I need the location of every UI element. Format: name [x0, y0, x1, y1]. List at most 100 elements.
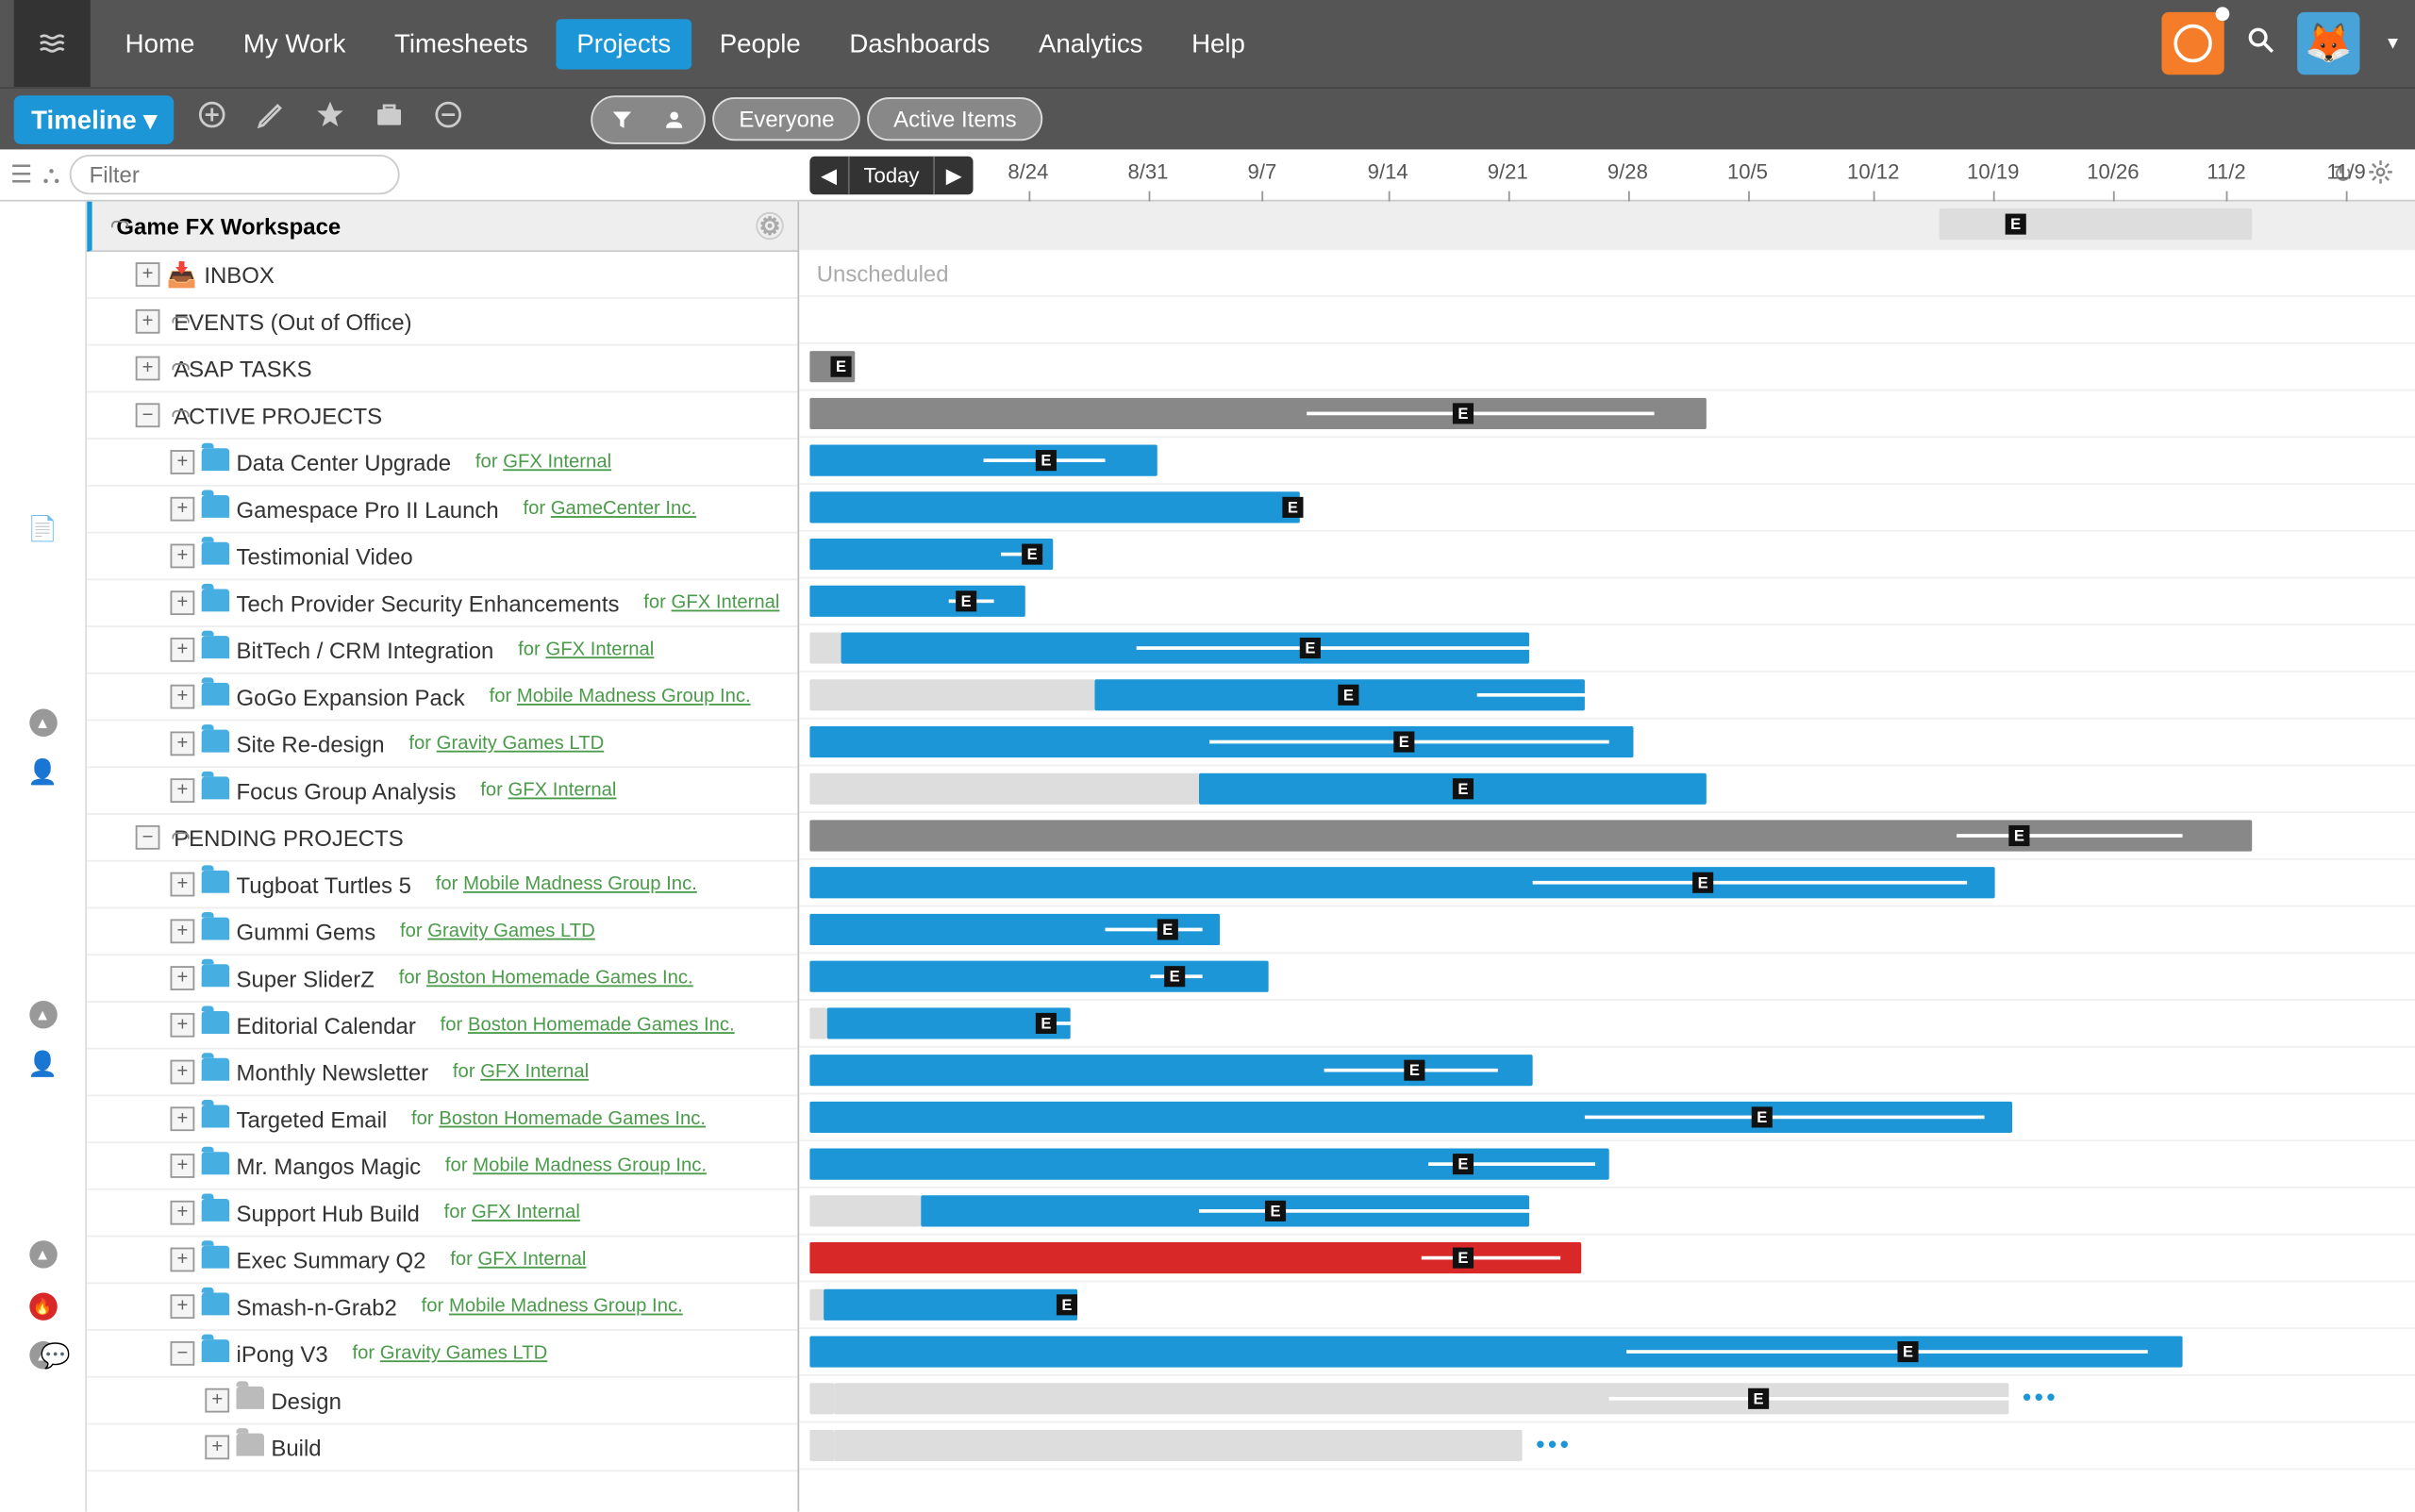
tree-row[interactable]: +Support Hub Buildfor GFX Internal — [87, 1190, 797, 1238]
expand-toggle[interactable]: + — [171, 685, 195, 709]
tree-filter-input[interactable] — [70, 155, 400, 194]
prev-button[interactable]: ◀ — [809, 163, 848, 188]
gantt-bar[interactable]: E — [809, 445, 1157, 476]
client-link[interactable]: GameCenter Inc. — [551, 499, 696, 520]
gantt-bar[interactable]: E — [809, 1102, 2012, 1133]
tree-row[interactable]: +Gamespace Pro II Launchfor GameCenter I… — [87, 487, 797, 534]
edit-button[interactable] — [251, 99, 292, 139]
expand-toggle[interactable]: − — [136, 403, 160, 427]
expand-toggle[interactable]: + — [136, 309, 160, 334]
client-link[interactable]: Boston Homemade Games Inc. — [426, 968, 693, 989]
gantt-bar[interactable]: E — [809, 1149, 1608, 1180]
tree-row[interactable]: −iPong V3for Gravity Games LTD — [87, 1331, 797, 1378]
gantt-bar[interactable]: E — [809, 914, 1220, 945]
expand-toggle[interactable]: + — [171, 919, 195, 943]
expand-toggle[interactable]: + — [171, 497, 195, 522]
expand-toggle[interactable]: + — [136, 262, 160, 287]
user-menu-caret[interactable]: ▼ — [2384, 34, 2401, 53]
expand-toggle[interactable]: + — [171, 450, 195, 474]
gutter-status-icon[interactable]: ▲ — [28, 709, 56, 737]
gantt-bar-pre[interactable] — [809, 679, 1094, 710]
gutter-status-icon[interactable]: 👤 — [27, 1050, 58, 1079]
tree-row[interactable]: +Mr. Mangos Magicfor Mobile Madness Grou… — [87, 1143, 797, 1190]
gantt-bar[interactable]: E — [809, 1055, 1532, 1086]
tree-row[interactable]: +Smash-n-Grab2for Mobile Madness Group I… — [87, 1284, 797, 1331]
app-logo[interactable] — [14, 0, 91, 87]
expand-toggle[interactable]: + — [205, 1388, 229, 1413]
gutter-status-icon[interactable]: ▲ — [28, 1240, 56, 1268]
tree-row[interactable]: +Monthly Newsletterfor GFX Internal — [87, 1050, 797, 1097]
expand-toggle[interactable]: − — [171, 1341, 195, 1366]
client-link[interactable]: GFX Internal — [545, 640, 654, 660]
client-link[interactable]: GFX Internal — [478, 1249, 587, 1270]
expand-toggle[interactable]: + — [171, 638, 195, 662]
client-link[interactable]: Mobile Madness Group Inc. — [517, 687, 751, 707]
view-selector[interactable]: Timeline ▾ — [14, 94, 175, 143]
tree-row[interactable]: +Tech Provider Security Enhancementsfor … — [87, 580, 797, 627]
nav-timesheets[interactable]: Timesheets — [374, 18, 549, 68]
tree-row[interactable]: +Site Re-designfor Gravity Games LTD — [87, 721, 797, 768]
client-link[interactable]: GFX Internal — [508, 780, 617, 801]
gutter-status-icon[interactable]: ▲ — [28, 1001, 56, 1028]
people-filter-button[interactable] — [649, 100, 701, 139]
gantt-bar-pre[interactable] — [809, 1289, 824, 1321]
list-view-icon[interactable]: ☰ — [10, 159, 32, 189]
gantt-bar[interactable]: E — [809, 351, 855, 382]
client-link[interactable]: Boston Homemade Games Inc. — [468, 1015, 735, 1036]
nav-projects[interactable]: Projects — [556, 18, 691, 68]
expand-toggle[interactable]: + — [171, 1060, 195, 1085]
tree-row[interactable]: +Data Center Upgradefor GFX Internal — [87, 440, 797, 487]
gantt-bar-pre[interactable] — [809, 1007, 826, 1038]
tree-row[interactable]: +BitTech / CRM Integrationfor GFX Intern… — [87, 627, 797, 674]
client-link[interactable]: Gravity Games LTD — [427, 921, 595, 941]
nav-analytics[interactable]: Analytics — [1018, 18, 1164, 68]
search-button[interactable] — [2245, 24, 2276, 63]
expand-toggle[interactable]: + — [171, 966, 195, 990]
expand-toggle[interactable]: + — [171, 1106, 195, 1131]
nav-help[interactable]: Help — [1171, 18, 1266, 68]
gantt-bar[interactable]: E — [824, 1289, 1077, 1321]
expand-toggle[interactable]: + — [205, 1435, 229, 1459]
hierarchy-icon[interactable]: ⛬ — [42, 159, 59, 189]
gantt-bar[interactable]: E — [809, 539, 1053, 570]
gantt-bar[interactable]: E — [1199, 773, 1707, 805]
tree-row[interactable]: −ACTIVE PROJECTS — [87, 392, 797, 440]
expand-toggle[interactable]: + — [171, 1294, 195, 1319]
nav-people[interactable]: People — [699, 18, 822, 68]
gantt-bar-pre[interactable] — [809, 1383, 834, 1414]
expand-toggle[interactable]: + — [171, 544, 195, 569]
nav-home[interactable]: Home — [105, 18, 216, 68]
client-link[interactable]: GFX Internal — [672, 592, 780, 613]
client-link[interactable]: Gravity Games LTD — [380, 1343, 548, 1364]
expand-toggle[interactable]: + — [171, 731, 195, 756]
gantt-bar[interactable] — [834, 1430, 1522, 1461]
gutter-status-icon[interactable]: 💬 — [41, 1341, 71, 1371]
tree-row[interactable]: +Targeted Emailfor Boston Homemade Games… — [87, 1096, 797, 1143]
tree-row[interactable]: +ASAP TASKS — [87, 346, 797, 393]
client-link[interactable]: GFX Internal — [503, 452, 611, 473]
gantt-bar[interactable]: E — [1094, 679, 1584, 710]
gantt-bar[interactable]: E — [841, 632, 1529, 663]
expand-toggle[interactable]: + — [171, 1154, 195, 1178]
client-link[interactable]: Mobile Madness Group Inc. — [473, 1155, 707, 1176]
nav-dashboards[interactable]: Dashboards — [828, 18, 1010, 68]
gantt-bar[interactable]: E — [1940, 208, 2253, 240]
gantt-bar-pre[interactable] — [809, 773, 1199, 805]
gantt-bar[interactable]: E — [809, 1242, 1581, 1273]
tree-row[interactable]: −PENDING PROJECTS — [87, 815, 797, 862]
gutter-status-icon[interactable]: 📄 — [27, 514, 58, 543]
gantt-bar[interactable]: E — [921, 1195, 1529, 1226]
timer-button[interactable] — [2162, 12, 2224, 75]
tree-row[interactable]: +📥INBOX — [87, 252, 797, 299]
user-avatar[interactable]: 🦊 — [2297, 12, 2359, 75]
tree-row[interactable]: +Super SliderZfor Boston Homemade Games … — [87, 955, 797, 1003]
tree-row[interactable]: +Gummi Gemsfor Gravity Games LTD — [87, 908, 797, 955]
tree-row[interactable]: +Focus Group Analysisfor GFX Internal — [87, 768, 797, 815]
client-link[interactable]: Mobile Madness Group Inc. — [449, 1296, 683, 1317]
gantt-bar-pre[interactable] — [809, 632, 841, 663]
filter-everyone[interactable]: Everyone — [713, 97, 860, 141]
gantt-bar[interactable]: E — [809, 961, 1268, 992]
gantt-bar[interactable]: E — [809, 726, 1633, 757]
client-link[interactable]: GFX Internal — [472, 1203, 580, 1223]
more-indicator-icon[interactable]: ••• — [2023, 1383, 2058, 1410]
